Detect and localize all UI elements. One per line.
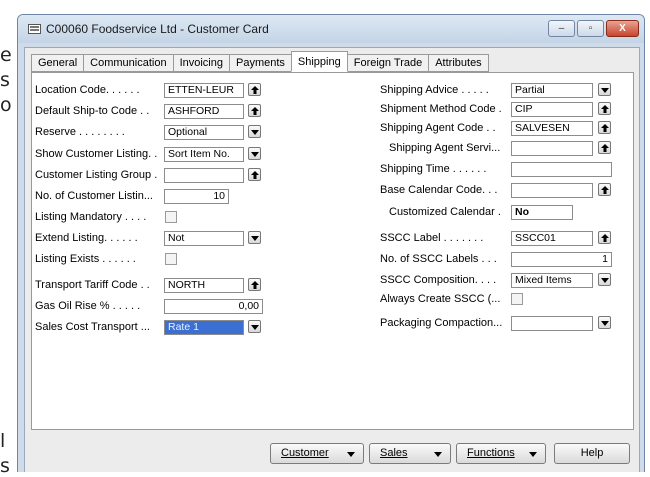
dropdown-icon[interactable] bbox=[248, 147, 261, 160]
tab-shipping[interactable]: Shipping bbox=[290, 51, 348, 72]
show-customer-listing-label: Show Customer Listing. . bbox=[35, 148, 158, 160]
sales-button-label: Sales bbox=[380, 447, 408, 459]
listing-exists-label: Listing Exists . . . . . . bbox=[35, 253, 136, 265]
transport-tariff-code-label: Transport Tariff Code . . bbox=[35, 279, 150, 291]
shipping-time-input[interactable] bbox=[511, 162, 612, 177]
no-of-sscc-labels-label: No. of SSCC Labels . . . bbox=[380, 253, 497, 265]
lookup-up-icon[interactable] bbox=[598, 231, 611, 244]
lookup-up-icon[interactable] bbox=[598, 183, 611, 196]
functions-button-label: Functions bbox=[467, 447, 515, 459]
shipping-agent-service-input[interactable] bbox=[511, 141, 593, 156]
shipping-agent-code-label: Shipping Agent Code . . bbox=[380, 122, 496, 134]
customer-listing-group-label: Customer Listing Group . bbox=[35, 169, 158, 181]
gas-oil-rise-label: Gas Oil Rise % . . . . . bbox=[35, 300, 141, 312]
dropdown-icon[interactable] bbox=[248, 320, 261, 333]
chevron-down-icon bbox=[434, 452, 442, 457]
sales-cost-transport-label: Sales Cost Transport ... bbox=[35, 321, 150, 333]
maximize-button[interactable]: ▫ bbox=[577, 20, 604, 37]
shipping-panel: Location Code. . . . . . ETTEN-LEUR Defa… bbox=[31, 72, 634, 430]
chevron-down-icon bbox=[529, 452, 537, 457]
shipment-method-code-label: Shipment Method Code . bbox=[380, 103, 502, 115]
card-client-area: General Communication Invoicing Payments Shi… bbox=[24, 47, 640, 472]
always-create-sscc-checkbox[interactable] bbox=[511, 293, 523, 305]
background-text-4: l bbox=[0, 430, 6, 452]
extend-listing-select[interactable]: Not bbox=[164, 231, 244, 246]
location-code-label: Location Code. . . . . . bbox=[35, 84, 140, 96]
no-of-customer-listing-label: No. of Customer Listin... bbox=[35, 190, 153, 202]
packaging-compaction-label: Packaging Compaction... bbox=[380, 317, 503, 329]
tab-foreign-trade[interactable]: Foreign Trade bbox=[346, 54, 430, 72]
sscc-label-label: SSCC Label . . . . . . . bbox=[380, 232, 484, 244]
lookup-up-icon[interactable] bbox=[598, 102, 611, 115]
customer-button-label: Customer bbox=[281, 447, 329, 459]
sscc-label-input[interactable]: SSCC01 bbox=[511, 231, 593, 246]
base-calendar-code-input[interactable] bbox=[511, 183, 593, 198]
no-of-customer-listing-input[interactable]: 10 bbox=[164, 189, 229, 204]
background-text-5: s bbox=[0, 455, 10, 477]
shipping-agent-service-label: Shipping Agent Servi... bbox=[389, 142, 501, 154]
transport-tariff-code-input[interactable]: NORTH bbox=[164, 278, 244, 293]
dropdown-icon[interactable] bbox=[598, 273, 611, 286]
dropdown-icon[interactable] bbox=[598, 83, 611, 96]
help-button[interactable]: Help bbox=[554, 443, 630, 464]
sscc-composition-label: SSCC Composition. . . . bbox=[380, 274, 497, 286]
background-text-1: e bbox=[0, 44, 12, 66]
extend-listing-label: Extend Listing. . . . . . bbox=[35, 232, 138, 244]
lookup-up-icon[interactable] bbox=[248, 278, 261, 291]
show-customer-listing-select[interactable]: Sort Item No. bbox=[164, 147, 244, 162]
sscc-composition-select[interactable]: Mixed Items bbox=[511, 273, 593, 288]
sales-menu-button[interactable]: Sales bbox=[369, 443, 451, 464]
reserve-label: Reserve . . . . . . . . bbox=[35, 126, 125, 138]
listing-mandatory-label: Listing Mandatory . . . . bbox=[35, 211, 147, 223]
lookup-up-icon[interactable] bbox=[248, 168, 261, 181]
location-code-input[interactable]: ETTEN-LEUR bbox=[164, 83, 244, 98]
listing-exists-checkbox[interactable] bbox=[165, 253, 177, 265]
functions-menu-button[interactable]: Functions bbox=[456, 443, 546, 464]
default-ship-to-code-input[interactable]: ASHFORD bbox=[164, 104, 244, 119]
customer-card-window: C00060 Foodservice Ltd - Customer Card –… bbox=[17, 14, 645, 472]
tab-attributes[interactable]: Attributes bbox=[428, 54, 489, 72]
tab-communication[interactable]: Communication bbox=[83, 54, 174, 72]
title-bar[interactable]: C00060 Foodservice Ltd - Customer Card –… bbox=[18, 15, 644, 43]
dropdown-icon[interactable] bbox=[248, 125, 261, 138]
lookup-up-icon[interactable] bbox=[598, 121, 611, 134]
customized-calendar-label: Customized Calendar . bbox=[389, 206, 501, 218]
no-of-sscc-labels-input[interactable]: 1 bbox=[511, 252, 612, 267]
lookup-up-icon[interactable] bbox=[598, 141, 611, 154]
window-title: C00060 Foodservice Ltd - Customer Card bbox=[46, 22, 269, 36]
reserve-select[interactable]: Optional bbox=[164, 125, 244, 140]
lookup-up-icon[interactable] bbox=[248, 83, 261, 96]
tab-invoicing[interactable]: Invoicing bbox=[172, 54, 230, 72]
dropdown-icon[interactable] bbox=[598, 316, 611, 329]
tab-general[interactable]: General bbox=[31, 54, 85, 72]
packaging-compaction-select[interactable] bbox=[511, 316, 593, 331]
shipment-method-code-input[interactable]: CIP bbox=[511, 102, 593, 117]
customer-menu-button[interactable]: Customer bbox=[270, 443, 364, 464]
shipping-time-label: Shipping Time . . . . . . bbox=[380, 163, 487, 175]
listing-mandatory-checkbox[interactable] bbox=[165, 211, 177, 223]
shipping-agent-code-input[interactable]: SALVESEN bbox=[511, 121, 593, 136]
tab-strip: General Communication Invoicing Payments Shi… bbox=[31, 51, 489, 73]
background-text-2: s bbox=[0, 69, 10, 91]
sales-cost-transport-select[interactable]: Rate 1 bbox=[164, 320, 244, 335]
form-icon bbox=[28, 24, 41, 34]
lookup-up-icon[interactable] bbox=[248, 104, 261, 117]
default-ship-to-code-label: Default Ship-to Code . . bbox=[35, 105, 150, 117]
tab-payments[interactable]: Payments bbox=[228, 54, 292, 72]
customized-calendar-value[interactable]: No bbox=[511, 205, 573, 220]
base-calendar-code-label: Base Calendar Code. . . bbox=[380, 184, 498, 196]
dropdown-icon[interactable] bbox=[248, 231, 261, 244]
gas-oil-rise-input[interactable]: 0,00 bbox=[164, 299, 263, 314]
shipping-advice-select[interactable]: Partial bbox=[511, 83, 593, 98]
close-button[interactable]: X bbox=[606, 20, 639, 37]
customer-listing-group-input[interactable] bbox=[164, 168, 244, 183]
minimize-button[interactable]: – bbox=[548, 20, 575, 37]
always-create-sscc-label: Always Create SSCC (... bbox=[380, 293, 501, 305]
chevron-down-icon bbox=[347, 452, 355, 457]
background-text-3: o bbox=[0, 94, 12, 116]
shipping-advice-label: Shipping Advice . . . . . bbox=[380, 84, 489, 96]
